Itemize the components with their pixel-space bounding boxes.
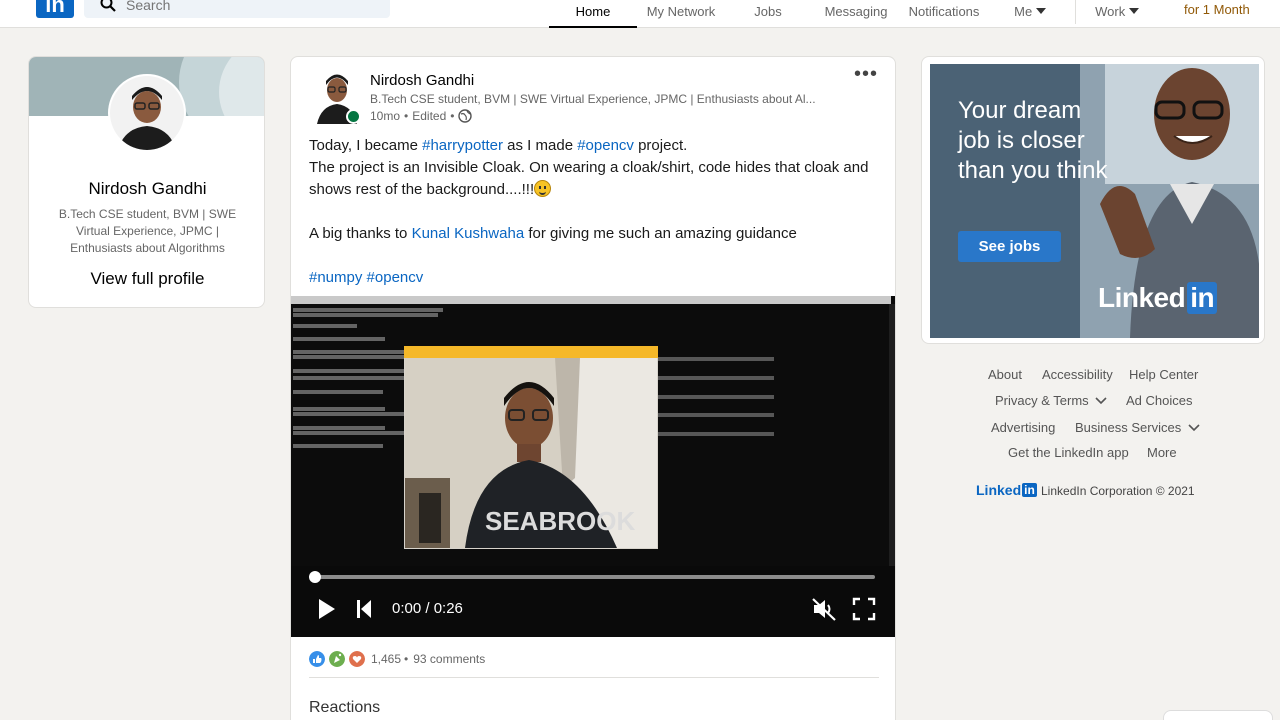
love-reaction-icon <box>349 651 365 667</box>
video-player[interactable]: SEABROOK 0:00 / 0:26 <box>291 296 895 637</box>
shirt-text: SEABROOK <box>485 506 635 536</box>
nav-work-label: Work <box>1095 4 1126 19</box>
search-icon <box>100 0 116 12</box>
footer-help-center[interactable]: Help Center <box>1129 367 1198 382</box>
footer-business-services[interactable]: Business Services <box>1075 420 1200 435</box>
footer-privacy-terms[interactable]: Privacy & Terms <box>995 393 1107 408</box>
nav-me-label: Me <box>1014 4 1033 19</box>
smiley-emoji-icon <box>534 180 552 197</box>
nav-notifications[interactable]: Notifications <box>904 4 984 28</box>
post-divider <box>309 677 879 678</box>
muted-volume-icon[interactable] <box>811 596 837 622</box>
search-box[interactable] <box>84 0 390 18</box>
footer-about[interactable]: About <box>988 367 1022 382</box>
video-time: 0:00 / 0:26 <box>392 600 463 617</box>
profile-card: Nirdosh Gandhi B.Tech CSE student, BVM |… <box>28 56 265 308</box>
fullscreen-icon[interactable] <box>851 596 877 622</box>
premium-link[interactable]: for 1 Month <box>1184 2 1250 17</box>
profile-headline: B.Tech CSE student, BVM | SWE Virtual Ex… <box>58 207 237 255</box>
footer-brand-in: in <box>1022 483 1037 497</box>
footer-privacy-terms-label: Privacy & Terms <box>995 393 1089 408</box>
nav-me[interactable]: Me <box>1009 4 1051 28</box>
nav-home-label: Home <box>575 4 611 19</box>
hashtag-harrypotter[interactable]: #harrypotter <box>422 137 503 154</box>
footer-brand-text: Linked <box>976 482 1022 498</box>
hashtag-opencv[interactable]: #opencv <box>577 137 634 154</box>
comments-count[interactable]: 93 comments <box>413 652 485 666</box>
chevron-down-icon <box>1188 424 1200 432</box>
nav-messaging-label: Messaging <box>824 4 888 19</box>
messaging-overlay-tab[interactable] <box>1163 710 1273 720</box>
nav-jobs-label: Jobs <box>754 4 782 19</box>
footer-ad-choices[interactable]: Ad Choices <box>1126 393 1192 408</box>
post-author-name[interactable]: Nirdosh Gandhi <box>370 72 474 89</box>
search-input[interactable] <box>126 0 366 14</box>
post-text-segment: as I made <box>503 137 578 154</box>
footer-advertising[interactable]: Advertising <box>991 420 1055 435</box>
ad-banner[interactable]: Your dream job is closer than you think … <box>930 64 1259 338</box>
hashtag-opencv-2[interactable]: #opencv <box>367 269 424 286</box>
linkedin-logo-icon[interactable]: in <box>36 0 74 18</box>
ad-headline: Your dream job is closer than you think <box>958 97 1108 184</box>
post-text-segment: project. <box>633 137 688 154</box>
more-options-icon[interactable]: ••• <box>851 64 881 87</box>
view-full-profile-link[interactable]: View full profile <box>29 269 264 289</box>
ad-card: Your dream job is closer than you think … <box>921 56 1265 344</box>
video-frame-terminal: SEABROOK <box>291 296 895 566</box>
post-body: Today, I became #harrypotter as I made #… <box>309 135 881 289</box>
globe-icon <box>458 109 473 123</box>
ad-brand-text: Linked <box>1098 282 1186 313</box>
ad-linkedin-logo: Linked in <box>1098 282 1218 314</box>
footer-more[interactable]: More <box>1147 445 1177 460</box>
video-progress-thumb[interactable] <box>309 571 321 583</box>
social-counts-bar: 1,465 • 93 comments <box>309 649 485 669</box>
online-status-icon <box>346 109 361 124</box>
post-text-segment: for giving me such an amazing guidance <box>524 225 797 242</box>
nav-divider <box>1075 0 1076 24</box>
caret-down-icon <box>1035 8 1046 14</box>
nav-my-network-label: My Network <box>646 4 716 19</box>
footer-get-app[interactable]: Get the LinkedIn app <box>1008 445 1129 460</box>
post-edited: Edited <box>412 109 447 123</box>
nav-work[interactable]: Work <box>1092 4 1142 28</box>
feed-post: Nirdosh Gandhi B.Tech CSE student, BVM |… <box>290 56 896 720</box>
footer-business-services-label: Business Services <box>1075 420 1182 435</box>
chevron-down-icon <box>1095 397 1107 405</box>
video-progress-track[interactable] <box>313 575 875 579</box>
nav-home[interactable]: Home <box>549 4 637 28</box>
footer-linkedin-logo: Linked in <box>976 482 1037 498</box>
post-author-headline: B.Tech CSE student, BVM | SWE Virtual Ex… <box>370 92 816 106</box>
person-photo-icon <box>110 76 184 150</box>
post-meta: 10mo • Edited • <box>370 109 473 123</box>
webcam-person-icon: SEABROOK <box>405 358 657 548</box>
profile-name[interactable]: Nirdosh Gandhi <box>29 179 264 199</box>
like-reaction-icon <box>309 651 325 667</box>
post-text-segment: A big thanks to <box>309 225 412 242</box>
nav-notifications-label: Notifications <box>908 4 980 19</box>
hashtag-numpy[interactable]: #numpy <box>309 269 362 286</box>
webcam-window: SEABROOK <box>404 346 658 549</box>
footer-copyright: LinkedIn Corporation © 2021 <box>1041 484 1195 498</box>
mention-kunal-kushwaha[interactable]: Kunal Kushwaha <box>412 225 525 242</box>
footer-accessibility[interactable]: Accessibility <box>1042 367 1113 382</box>
reactions-count[interactable]: 1,465 <box>371 652 401 666</box>
skip-back-icon[interactable] <box>355 596 373 622</box>
post-time: 10mo <box>370 109 401 123</box>
caret-down-icon <box>1128 8 1139 14</box>
see-jobs-button[interactable]: See jobs <box>958 231 1061 262</box>
post-text-segment: The project is an Invisible Cloak. On we… <box>309 159 869 198</box>
reactions-heading: Reactions <box>309 699 381 716</box>
nav-jobs[interactable]: Jobs <box>745 4 791 28</box>
post-text-segment: Today, I became <box>309 137 423 154</box>
play-icon[interactable] <box>317 596 337 622</box>
ad-brand-in: in <box>1187 282 1218 314</box>
celebrate-reaction-icon <box>329 651 345 667</box>
top-navigation: in Home My Network Jobs Messaging Notifi… <box>0 0 1280 28</box>
nav-my-network[interactable]: My Network <box>640 4 722 28</box>
profile-avatar[interactable] <box>108 74 186 152</box>
nav-messaging[interactable]: Messaging <box>820 4 892 28</box>
